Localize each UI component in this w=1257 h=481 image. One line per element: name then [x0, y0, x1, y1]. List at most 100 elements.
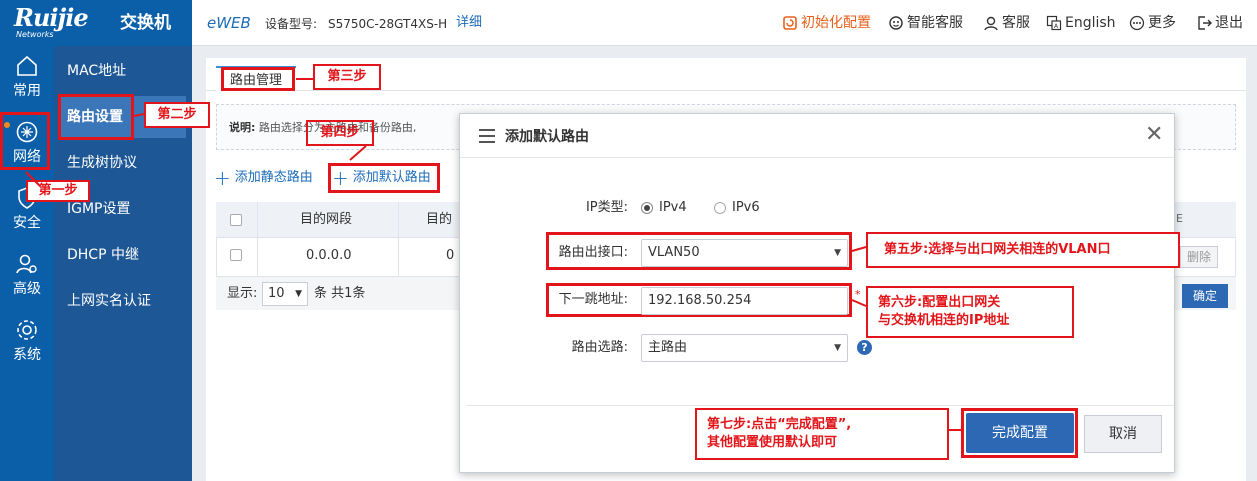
sidenav-item-advanced[interactable]: 高级: [0, 244, 54, 310]
annotation-step6-line2: 与交换机相连的IP地址: [878, 313, 1010, 328]
annotation-step2: 第二步: [144, 102, 210, 128]
sidenav-label: 常用: [13, 83, 41, 99]
required-mark: *: [855, 288, 861, 301]
smart-service-icon: [889, 16, 903, 30]
page-size-value: 10: [268, 286, 285, 301]
finish-config-button[interactable]: 完成配置: [966, 413, 1074, 453]
sidenav-item-system[interactable]: 系统: [0, 310, 54, 376]
nexthop-input[interactable]: 192.168.50.254: [641, 287, 848, 315]
route-select[interactable]: 主路由 ▼: [641, 334, 848, 362]
chevron-down-icon: ▼: [834, 248, 841, 258]
add-static-route-label: 添加静态路由: [234, 170, 313, 185]
annotation-step1-box: [0, 112, 50, 170]
col-divider: [398, 202, 399, 276]
model-value: S5750C-28GT4XS-H: [328, 17, 448, 31]
user-service-icon: [984, 16, 998, 31]
service-link[interactable]: 客服: [983, 14, 1030, 32]
annotation-step6: 第六步:配置出口网关 与交换机相连的IP地址: [866, 286, 1074, 338]
description-label: 说明:: [229, 121, 256, 134]
annotation-step5: 第五步:选择与出口网关相连的VLAN口: [866, 232, 1180, 268]
language-label: English: [1065, 15, 1116, 31]
more-link[interactable]: 更多: [1129, 14, 1176, 32]
logout-icon: [1198, 16, 1212, 30]
chevron-down-icon: ▼: [295, 289, 302, 299]
chevron-down-icon: ▼: [834, 343, 841, 353]
init-config-link[interactable]: 初始化配置: [782, 14, 871, 32]
col-divider: [257, 202, 258, 276]
subnav-item-mac[interactable]: MAC地址: [67, 62, 126, 80]
language-link[interactable]: A English: [1046, 14, 1116, 32]
nexthop-value: 192.168.50.254: [648, 293, 752, 308]
detail-link[interactable]: 详细: [456, 15, 482, 31]
annotation-step3: 第三步: [313, 64, 381, 90]
subnav-item-dhcp-relay[interactable]: DHCP 中继: [67, 246, 139, 264]
smart-service-link[interactable]: 智能客服: [888, 14, 963, 32]
route-value: 主路由: [648, 340, 688, 355]
radio-button: [641, 202, 653, 214]
route-select-label: 路由选路:: [571, 340, 628, 355]
cell-dest: 0.0.0.0: [306, 248, 352, 263]
select-all-checkbox[interactable]: [230, 214, 242, 226]
add-static-route-button[interactable]: + 添加静态路由: [214, 166, 313, 190]
subnav-item-stp[interactable]: 生成树协议: [67, 154, 137, 172]
sidenav-item-common[interactable]: 常用: [0, 46, 54, 112]
total-count: 条 共1条: [314, 286, 366, 301]
subnav-item-igmp[interactable]: IGMP设置: [67, 200, 131, 218]
radio-ipv6-label: IPv6: [732, 200, 760, 215]
home-icon: [17, 55, 37, 76]
language-icon: A: [1046, 15, 1062, 31]
dialog-footer-divider: [466, 405, 1174, 406]
menu-icon: [479, 129, 495, 143]
close-icon[interactable]: ✕: [1145, 124, 1163, 146]
annotation-step4-box: [328, 163, 440, 193]
gear-icon: [17, 320, 37, 340]
dialog-title: 添加默认路由: [505, 129, 589, 145]
sidenav-label: 系统: [13, 347, 41, 363]
annotation-step1: 第一步: [26, 180, 90, 202]
more-icon: [1129, 15, 1145, 31]
col-header-dest2: 目的: [426, 212, 453, 227]
more-label: 更多: [1148, 15, 1176, 31]
subnav-item-realname[interactable]: 上网实名认证: [67, 292, 151, 310]
annotation-step7: 第七步:点击“完成配置”, 其他配置使用默认即可: [695, 408, 949, 460]
cancel-button[interactable]: 取消: [1084, 415, 1162, 453]
radio-button: [714, 202, 726, 214]
eweb-logo: eWEB: [207, 14, 251, 32]
sidenav-label: 安全: [13, 215, 41, 231]
cell-dest2: 0: [446, 248, 455, 263]
annotation-step4: 第四步: [306, 120, 374, 146]
radio-ipv4-label: IPv4: [659, 200, 687, 215]
annotation-step7-line1: 第七步:点击“完成配置”,: [707, 417, 852, 432]
service-label: 客服: [1002, 15, 1030, 31]
radio-ipv6[interactable]: IPv6: [714, 200, 760, 216]
delete-button[interactable]: 删除: [1180, 246, 1218, 268]
col-header-dest: 目的网段: [300, 212, 353, 227]
nexthop-label: 下一跳地址:: [558, 292, 628, 307]
reset-icon: [783, 16, 797, 30]
init-config-label: 初始化配置: [801, 15, 871, 31]
smart-service-label: 智能客服: [907, 15, 963, 31]
product-title: 交换机: [120, 13, 171, 33]
logout-label: 退出: [1215, 15, 1243, 31]
annotation-step3-box: [221, 67, 295, 91]
help-icon[interactable]: ?: [857, 340, 872, 355]
logout-link[interactable]: 退出: [1196, 14, 1243, 32]
page-size-label: 显示:: [227, 286, 258, 301]
sidenav-label: 高级: [13, 281, 41, 297]
annotation-step7-line2: 其他配置使用默认即可: [707, 435, 838, 450]
column-glyph: E: [1176, 212, 1183, 225]
confirm-page-button[interactable]: 确定: [1182, 284, 1228, 308]
radio-ipv4[interactable]: IPv4: [641, 200, 687, 216]
logo-sub: Networks: [16, 30, 54, 39]
interface-value: VLAN50: [648, 245, 700, 260]
page-size-select[interactable]: 10 ▼: [262, 282, 308, 306]
interface-select[interactable]: VLAN50 ▼: [641, 239, 848, 267]
logo: Ruijie: [14, 3, 89, 32]
plus-icon: +: [214, 166, 231, 190]
annotation-step6-line1: 第六步:配置出口网关: [878, 295, 1001, 310]
row-checkbox[interactable]: [230, 249, 242, 261]
interface-label: 路由出接口:: [558, 245, 628, 260]
model-label: 设备型号:: [265, 17, 318, 31]
brand-area: Ruijie Networks 交换机: [0, 0, 192, 46]
advanced-user-icon: [16, 254, 37, 274]
